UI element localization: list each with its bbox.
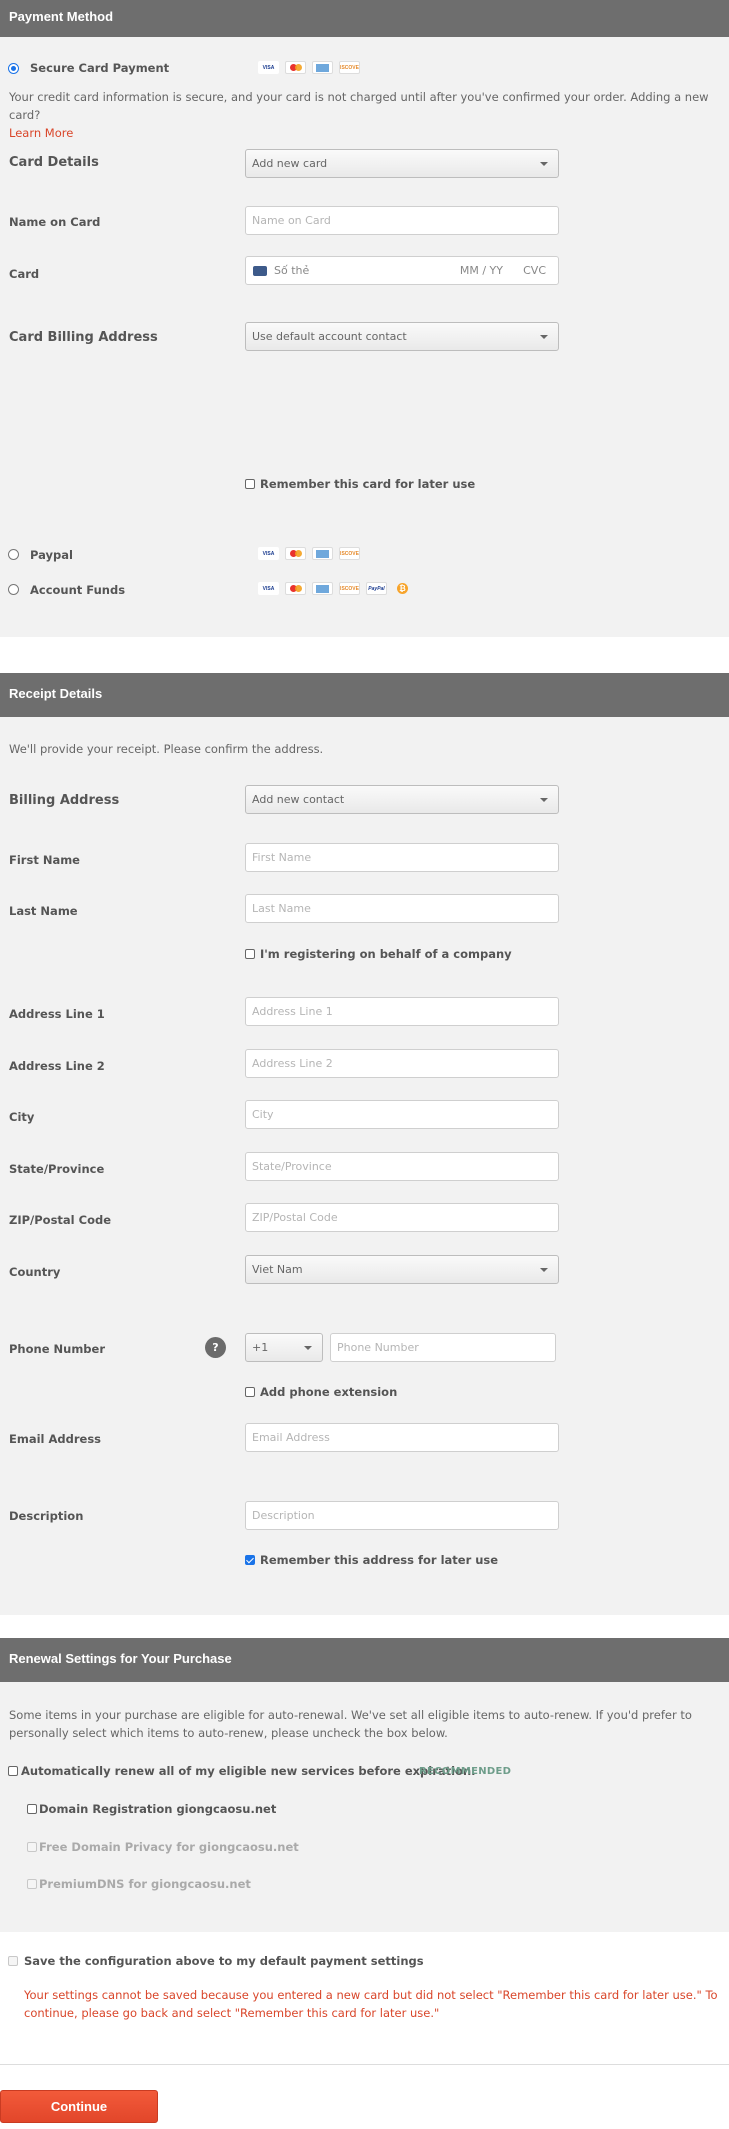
address2-input[interactable]: Address Line 2 bbox=[245, 1049, 559, 1078]
save-config-label: Save the configuration above to my defau… bbox=[24, 1954, 424, 1968]
chevron-down-icon bbox=[540, 335, 548, 339]
company-label: I'm registering on behalf of a company bbox=[260, 947, 512, 961]
phone-number-input[interactable]: Phone Number bbox=[330, 1333, 556, 1362]
visa-icon: VISA bbox=[258, 582, 279, 595]
paypal-card-logos: VISA DISCOVER bbox=[258, 547, 360, 560]
auto-renew-label: Automatically renew all of my eligible n… bbox=[21, 1764, 476, 1778]
account-funds-label: Account Funds bbox=[30, 583, 126, 597]
card-details-select[interactable]: Add new card bbox=[245, 149, 559, 178]
renew-item-label: Domain Registration giongcaosu.net bbox=[39, 1802, 277, 1816]
help-icon[interactable]: ? bbox=[205, 1337, 226, 1358]
phone-country-code-select[interactable]: +1 bbox=[245, 1333, 323, 1362]
paypal-label: Paypal bbox=[30, 548, 73, 562]
last-name-input[interactable]: Last Name bbox=[245, 894, 559, 923]
chevron-down-icon bbox=[304, 1346, 312, 1350]
phone-extension-checkbox[interactable] bbox=[245, 1387, 255, 1397]
secure-card-logos: VISA DISCOVER bbox=[258, 61, 360, 74]
bitcoin-icon: ₿ bbox=[397, 583, 408, 594]
renewal-intro-text: Some items in your purchase are eligible… bbox=[9, 1708, 692, 1740]
save-config-warning: Your settings cannot be saved because yo… bbox=[24, 1988, 718, 2020]
chevron-down-icon bbox=[540, 1268, 548, 1272]
card-details-label: Card Details bbox=[9, 155, 99, 170]
zip-label: ZIP/Postal Code bbox=[9, 1213, 111, 1227]
description-input[interactable]: Description bbox=[245, 1501, 559, 1530]
first-name-input[interactable]: First Name bbox=[245, 843, 559, 872]
credit-card-icon bbox=[253, 266, 267, 276]
learn-more-link[interactable]: Learn More bbox=[9, 126, 73, 140]
renew-item-checkbox bbox=[27, 1879, 37, 1889]
state-input[interactable]: State/Province bbox=[245, 1152, 559, 1181]
mastercard-icon bbox=[285, 61, 306, 74]
renewal-settings-header: Renewal Settings for Your Purchase bbox=[0, 1638, 729, 1682]
zip-input[interactable]: ZIP/Postal Code bbox=[245, 1203, 559, 1232]
auto-renew-checkbox[interactable] bbox=[8, 1766, 18, 1776]
save-config-checkbox[interactable] bbox=[8, 1956, 18, 1966]
payment-method-header: Payment Method bbox=[0, 0, 729, 37]
paypal-icon: PayPal bbox=[366, 582, 387, 595]
address2-label: Address Line 2 bbox=[9, 1059, 105, 1073]
billing-address-select[interactable]: Add new contact bbox=[245, 785, 559, 814]
remember-card-label: Remember this card for later use bbox=[260, 477, 476, 491]
country-select[interactable]: Viet Nam bbox=[245, 1255, 559, 1284]
amex-icon bbox=[312, 547, 333, 560]
receipt-intro-text: We'll provide your receipt. Please confi… bbox=[9, 742, 324, 756]
paypal-radio[interactable] bbox=[8, 549, 19, 560]
continue-button[interactable]: Continue bbox=[0, 2090, 158, 2123]
city-input[interactable]: City bbox=[245, 1100, 559, 1129]
first-name-label: First Name bbox=[9, 853, 80, 867]
remember-address-checkbox[interactable] bbox=[245, 1555, 255, 1565]
payment-info-text: Your credit card information is secure, … bbox=[9, 90, 709, 140]
receipt-details-title: Receipt Details bbox=[9, 686, 103, 701]
secure-card-radio[interactable] bbox=[8, 63, 19, 74]
description-label: Description bbox=[9, 1509, 84, 1523]
card-label: Card bbox=[9, 267, 40, 281]
phone-label: Phone Number bbox=[9, 1342, 106, 1356]
visa-icon: VISA bbox=[258, 547, 279, 560]
email-label: Email Address bbox=[9, 1432, 102, 1446]
billing-address-label: Billing Address bbox=[9, 793, 120, 808]
city-label: City bbox=[9, 1110, 35, 1124]
remember-card-checkbox[interactable] bbox=[245, 479, 255, 489]
account-funds-logos: VISA DISCOVER PayPal ₿ bbox=[258, 582, 408, 595]
address1-input[interactable]: Address Line 1 bbox=[245, 997, 559, 1026]
state-label: State/Province bbox=[9, 1162, 105, 1176]
renew-item-label: PremiumDNS for giongcaosu.net bbox=[39, 1877, 251, 1891]
phone-extension-label: Add phone extension bbox=[260, 1385, 398, 1399]
divider bbox=[0, 2064, 729, 2065]
chevron-down-icon bbox=[540, 162, 548, 166]
discover-icon: DISCOVER bbox=[339, 61, 360, 74]
receipt-details-header: Receipt Details bbox=[0, 673, 729, 717]
card-cvc-field[interactable]: CVC bbox=[523, 264, 546, 277]
renew-item-label: Free Domain Privacy for giongcaosu.net bbox=[39, 1840, 299, 1854]
renewal-settings-title: Renewal Settings for Your Purchase bbox=[9, 1651, 232, 1666]
payment-method-title: Payment Method bbox=[9, 9, 114, 24]
address1-label: Address Line 1 bbox=[9, 1007, 105, 1021]
card-billing-address-label: Card Billing Address bbox=[9, 330, 158, 345]
name-on-card-input[interactable]: Name on Card bbox=[245, 206, 559, 235]
company-checkbox[interactable] bbox=[245, 949, 255, 959]
amex-icon bbox=[312, 582, 333, 595]
card-expiry-field[interactable]: MM / YY bbox=[460, 264, 503, 277]
discover-icon: DISCOVER bbox=[339, 547, 360, 560]
card-number-input[interactable]: Số thẻ MM / YY CVC bbox=[245, 256, 559, 285]
account-funds-radio[interactable] bbox=[8, 584, 19, 595]
country-label: Country bbox=[9, 1265, 61, 1279]
recommended-badge: RECOMMENDED bbox=[419, 1766, 512, 1777]
secure-card-label: Secure Card Payment bbox=[30, 61, 170, 75]
visa-icon: VISA bbox=[258, 61, 279, 74]
card-billing-address-select[interactable]: Use default account contact bbox=[245, 322, 559, 351]
mastercard-icon bbox=[285, 547, 306, 560]
last-name-label: Last Name bbox=[9, 904, 78, 918]
renew-item-checkbox bbox=[27, 1842, 37, 1852]
name-on-card-label: Name on Card bbox=[9, 215, 101, 229]
chevron-down-icon bbox=[540, 798, 548, 802]
mastercard-icon bbox=[285, 582, 306, 595]
email-input[interactable]: Email Address bbox=[245, 1423, 559, 1452]
discover-icon: DISCOVER bbox=[339, 582, 360, 595]
renew-item-checkbox[interactable] bbox=[27, 1804, 37, 1814]
amex-icon bbox=[312, 61, 333, 74]
remember-address-label: Remember this address for later use bbox=[260, 1553, 499, 1567]
